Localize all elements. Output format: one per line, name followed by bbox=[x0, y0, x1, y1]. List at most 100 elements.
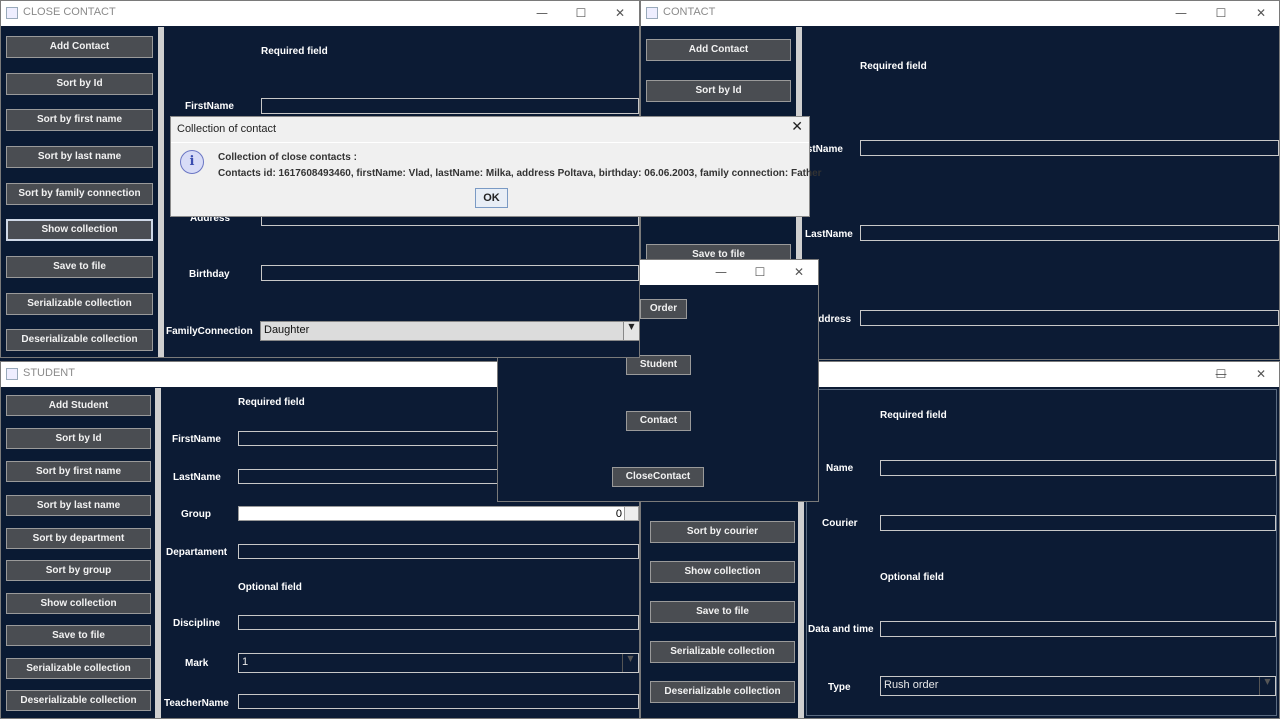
close-button[interactable]: ✕ bbox=[779, 260, 818, 285]
sort-by-last-name-button[interactable]: Sort by last name bbox=[6, 146, 153, 168]
courier-label: Courier bbox=[822, 518, 858, 529]
save-to-file-button[interactable]: Save to file bbox=[650, 601, 795, 623]
group-value: 0 bbox=[615, 508, 622, 520]
last-name-input[interactable] bbox=[860, 225, 1279, 241]
name-label: Name bbox=[826, 463, 854, 474]
chevron-down-icon[interactable]: ▼ bbox=[623, 322, 639, 340]
family-connection-label: FamilyConnection bbox=[166, 326, 253, 337]
close-button[interactable]: ✕ bbox=[600, 1, 639, 26]
required-field-label: Required field bbox=[880, 410, 947, 421]
add-contact-button[interactable]: Add Contact bbox=[646, 39, 791, 61]
sort-by-id-button[interactable]: Sort by Id bbox=[646, 80, 791, 102]
collection-dialog: Collection of contact ✕ i Collection of … bbox=[170, 116, 822, 217]
student-button[interactable]: Student bbox=[626, 355, 691, 375]
add-contact-button[interactable]: Add Contact bbox=[6, 36, 153, 58]
add-student-button[interactable]: Add Student bbox=[6, 395, 151, 416]
sort-by-first-name-button[interactable]: Sort by first name bbox=[6, 109, 153, 131]
splitter[interactable] bbox=[155, 388, 161, 718]
required-field-label: Required field bbox=[860, 61, 927, 72]
deserializable-collection-button[interactable]: Deserializable collection bbox=[6, 690, 151, 711]
maximize-button[interactable]: ☐ bbox=[561, 1, 601, 26]
java-icon bbox=[6, 368, 18, 380]
dialog-heading: Collection of close contacts : bbox=[218, 152, 357, 163]
first-name-label: FirstName bbox=[172, 434, 221, 445]
optional-field-label: Optional field bbox=[238, 582, 302, 593]
serializable-collection-button[interactable]: Serializable collection bbox=[650, 641, 795, 663]
sort-by-group-button[interactable]: Sort by group bbox=[6, 560, 151, 581]
courier-input[interactable] bbox=[880, 515, 1276, 531]
show-collection-button[interactable]: Show collection bbox=[650, 561, 795, 583]
sort-by-id-button[interactable]: Sort by Id bbox=[6, 428, 151, 449]
deserializable-collection-button[interactable]: Deserializable collection bbox=[6, 329, 153, 351]
contact-button[interactable]: Contact bbox=[626, 411, 691, 431]
maximize-button[interactable]: ☐ bbox=[1201, 1, 1241, 26]
minimize-button[interactable]: — bbox=[1161, 1, 1201, 26]
mark-value: 1 bbox=[242, 656, 249, 668]
java-icon bbox=[6, 7, 18, 19]
family-connection-select[interactable]: Daughter ▼ bbox=[260, 321, 639, 341]
address-input[interactable] bbox=[860, 310, 1279, 326]
mark-select[interactable]: 1 ▼ bbox=[238, 653, 639, 673]
birthday-label: Birthday bbox=[189, 269, 230, 280]
sort-by-last-name-button[interactable]: Sort by last name bbox=[6, 495, 151, 516]
close-button[interactable]: ✕ bbox=[1241, 1, 1279, 26]
window-title: CLOSE CONTACT bbox=[23, 6, 116, 18]
first-name-input[interactable] bbox=[860, 140, 1279, 156]
dialog-title: Collection of contact bbox=[177, 123, 277, 135]
show-collection-button[interactable]: Show collection bbox=[6, 593, 151, 614]
close-icon[interactable]: ✕ bbox=[791, 119, 803, 135]
date-time-label: Data and time bbox=[808, 624, 874, 635]
teacher-name-label: TeacherName bbox=[164, 698, 229, 709]
group-spinner[interactable]: 0 bbox=[238, 506, 639, 521]
chevron-down-icon[interactable]: ▼ bbox=[1259, 677, 1275, 695]
spinner-arrows-icon[interactable] bbox=[624, 507, 638, 520]
minimize-button[interactable]: — bbox=[701, 260, 741, 285]
mark-label: Mark bbox=[185, 658, 209, 669]
dialog-message: Contacts id: 1617608493460, firstName: V… bbox=[218, 168, 822, 179]
date-time-input[interactable] bbox=[880, 621, 1276, 637]
order-form-panel bbox=[806, 389, 1277, 716]
department-input[interactable] bbox=[238, 544, 639, 559]
contact-title-bar: CONTACT — ☐ ✕ bbox=[641, 1, 1279, 26]
order-button[interactable]: Order bbox=[640, 299, 687, 319]
divider bbox=[171, 142, 809, 143]
sort-by-first-name-button[interactable]: Sort by first name bbox=[6, 461, 151, 482]
deserializable-collection-button[interactable]: Deserializable collection bbox=[650, 681, 795, 703]
ok-button[interactable]: OK bbox=[475, 188, 508, 208]
show-collection-button[interactable]: Show collection bbox=[6, 219, 153, 241]
sort-by-id-button[interactable]: Sort by Id bbox=[6, 73, 153, 95]
serializable-collection-button[interactable]: Serializable collection bbox=[6, 658, 151, 679]
discipline-input[interactable] bbox=[238, 615, 639, 630]
type-select[interactable]: Rush order ▼ bbox=[880, 676, 1276, 696]
birthday-input[interactable] bbox=[261, 265, 639, 281]
sort-by-family-connection-button[interactable]: Sort by family connection bbox=[6, 183, 153, 205]
department-label: Departament bbox=[166, 547, 228, 558]
first-name-label: FirstName bbox=[185, 101, 234, 112]
sort-by-department-button[interactable]: Sort by department bbox=[6, 528, 151, 549]
teacher-name-input[interactable] bbox=[238, 694, 639, 709]
last-name-label: LastName bbox=[173, 472, 221, 483]
window-title: CONTACT bbox=[663, 6, 716, 18]
optional-field-label: Optional field bbox=[880, 572, 944, 583]
minimize-button[interactable]: — bbox=[522, 1, 562, 26]
save-to-file-button[interactable]: Save to file bbox=[6, 625, 151, 646]
serializable-collection-button[interactable]: Serializable collection bbox=[6, 293, 153, 315]
name-input[interactable] bbox=[880, 460, 1276, 476]
splitter[interactable] bbox=[158, 27, 164, 357]
info-icon: i bbox=[180, 150, 204, 174]
maximize-button[interactable]: ☐ bbox=[1201, 362, 1241, 387]
type-label: Type bbox=[828, 682, 851, 693]
close-contact-title-bar: CLOSE CONTACT — ☐ ✕ bbox=[1, 1, 639, 26]
first-name-input[interactable] bbox=[261, 98, 639, 114]
maximize-button[interactable]: ☐ bbox=[740, 260, 780, 285]
save-to-file-button[interactable]: Save to file bbox=[6, 256, 153, 278]
family-connection-value: Daughter bbox=[264, 324, 310, 336]
close-button[interactable]: ✕ bbox=[1241, 362, 1279, 387]
window-title: STUDENT bbox=[23, 367, 75, 379]
last-name-label: LastName bbox=[805, 229, 853, 240]
close-contact-button[interactable]: CloseContact bbox=[612, 467, 704, 487]
chevron-down-icon[interactable]: ▼ bbox=[622, 654, 638, 672]
java-icon bbox=[646, 7, 658, 19]
required-field-label: Required field bbox=[238, 397, 305, 408]
sort-by-courier-button[interactable]: Sort by courier bbox=[650, 521, 795, 543]
